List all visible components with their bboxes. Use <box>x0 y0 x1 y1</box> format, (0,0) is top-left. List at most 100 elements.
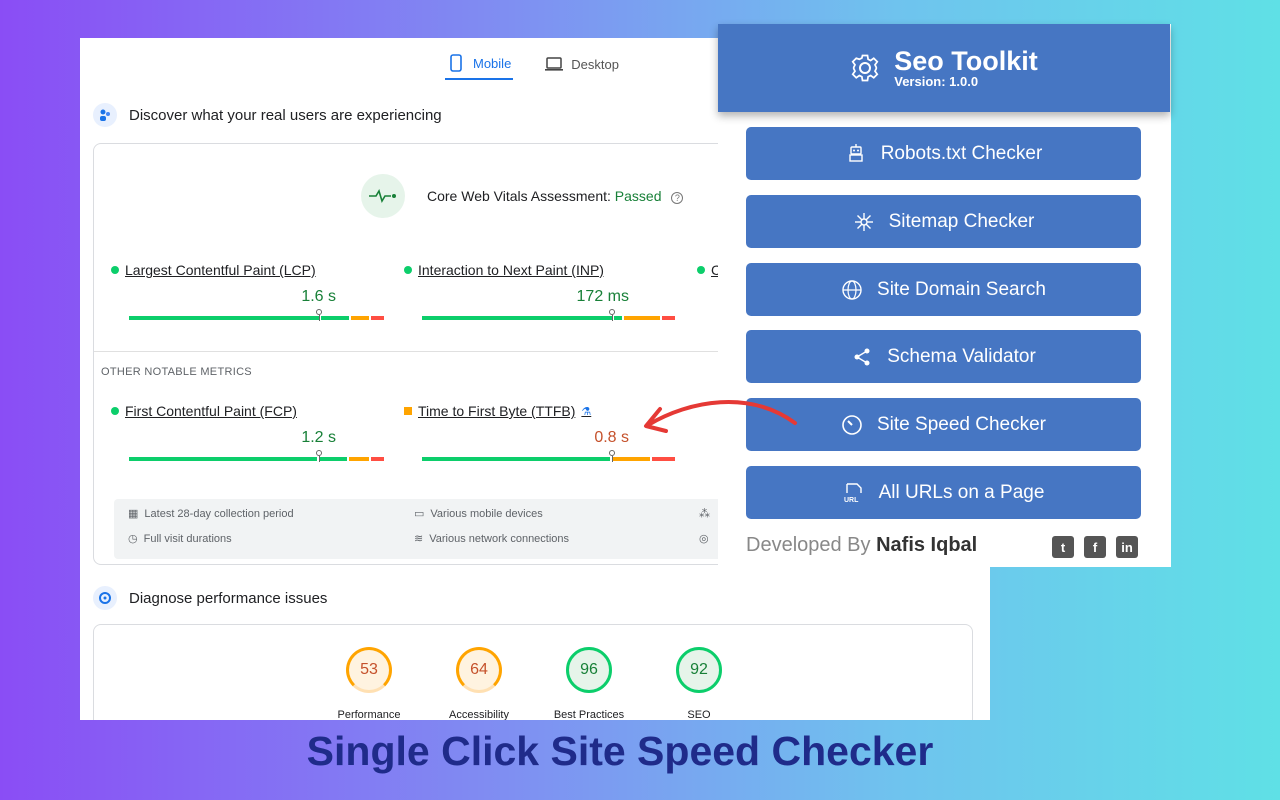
metric-inp-name[interactable]: Interaction to Next Paint (INP) <box>418 262 604 278</box>
all-urls-label: All URLs on a Page <box>878 481 1045 503</box>
chrome-icon: ◎ <box>699 533 709 545</box>
marker-icon <box>316 309 322 321</box>
score-label: SEO <box>687 709 711 720</box>
metric-fcp-value: 1.2 s <box>301 429 336 446</box>
score-gauge: 53 <box>346 647 392 693</box>
metric-fcp-name[interactable]: First Contentful Paint (FCP) <box>125 403 297 419</box>
pulse-icon <box>361 174 405 218</box>
flask-icon: ⚗ <box>581 405 592 418</box>
site-domain-search-label: Site Domain Search <box>877 278 1046 300</box>
all-urls-button[interactable]: URL All URLs on a Page <box>746 466 1141 519</box>
twitter-icon[interactable]: t <box>1052 536 1074 558</box>
divider <box>94 351 792 352</box>
robot-icon <box>849 143 863 162</box>
metric-fcp: First Contentful Paint (FCP) 1.2 s <box>111 403 384 462</box>
metric-lcp: Largest Contentful Paint (LCP) 1.6 s <box>111 262 384 321</box>
popup-version: Version: 1.0.0 <box>894 73 979 89</box>
score-label: Accessibility <box>449 709 509 720</box>
schema-validator-label: Schema Validator <box>887 345 1036 367</box>
marker-icon <box>609 450 615 462</box>
linkedin-icon[interactable]: in <box>1116 536 1138 558</box>
promo-tagline: Single Click Site Speed Checker <box>306 728 934 774</box>
popup-title: Seo Toolkit <box>894 45 1038 76</box>
devices-icon: ▭ <box>414 508 425 520</box>
collection-info: ▦ Latest 28-day collection period ▭ Variou… <box>114 499 794 559</box>
metric-inp-bar <box>422 309 677 321</box>
marker-icon <box>609 309 615 321</box>
diagnose-section-title: Diagnose performance issues <box>129 589 328 607</box>
developer-credit: Developed By Nafis Iqbal <box>746 534 977 557</box>
people-icon: ⁂ <box>699 508 710 520</box>
gear-icon <box>851 54 879 82</box>
score-gauge: 92 <box>676 647 722 693</box>
robots-checker-label: Robots.txt Checker <box>880 142 1043 164</box>
metric-inp-value: 172 ms <box>576 288 629 305</box>
metric-lcp-name[interactable]: Largest Contentful Paint (LCP) <box>125 262 316 278</box>
metric-lcp-bar <box>129 309 384 321</box>
field-data-card: Core Web Vitals Assessment: Passed ? Lar… <box>93 143 794 565</box>
cwv-assessment: Core Web Vitals Assessment: Passed ? <box>361 174 684 218</box>
calendar-icon: ▦ <box>128 508 139 520</box>
help-icon[interactable]: ? <box>671 192 684 204</box>
device-tabs: Mobile Desktop <box>445 48 621 80</box>
tab-mobile-label: Mobile <box>473 55 512 71</box>
robots-checker-button[interactable]: Robots.txt Checker <box>746 127 1141 180</box>
timer-icon: ◷ <box>128 533 138 545</box>
info-durations-text: Full visit durations <box>143 532 232 545</box>
score-gauge: 96 <box>566 647 612 693</box>
tab-mobile[interactable]: Mobile <box>445 48 514 80</box>
site-speed-checker-button[interactable]: Site Speed Checker <box>746 398 1141 451</box>
speedometer-icon <box>842 414 862 435</box>
popup-header: Seo Toolkit Version: 1.0.0 <box>718 24 1170 112</box>
developer-name: Nafis Iqbal <box>876 534 978 556</box>
other-metrics-label: OTHER NOTABLE METRICS <box>101 366 252 378</box>
warn-square-icon <box>404 407 412 415</box>
score-performance[interactable]: 53 Performance <box>314 647 424 720</box>
score-seo[interactable]: 92 SEO <box>644 647 754 720</box>
score-accessibility[interactable]: 64 Accessibility <box>424 647 534 720</box>
score-label: Performance <box>337 709 401 720</box>
metric-fcp-bar <box>129 450 384 462</box>
info-period: ▦ Latest 28-day collection period <box>128 507 294 521</box>
marker-icon <box>316 450 322 462</box>
info-network-text: Various network connections <box>429 532 570 545</box>
facebook-icon[interactable]: f <box>1084 536 1106 558</box>
gauge-icon <box>93 586 117 610</box>
users-icon <box>93 103 117 127</box>
good-dot-icon <box>111 407 119 415</box>
score-label: Best Practices <box>553 709 625 720</box>
cwv-label: Core Web Vitals Assessment: <box>427 188 611 204</box>
sitemap-checker-label: Sitemap Checker <box>888 210 1035 232</box>
metric-ttfb-bar <box>422 450 677 462</box>
seo-toolkit-popup: Seo Toolkit Version: 1.0.0 Robots.txt Ch… <box>718 24 1171 567</box>
globe-icon <box>842 279 862 300</box>
schema-validator-button[interactable]: Schema Validator <box>746 330 1141 383</box>
diagnose-section-heading: Diagnose performance issues <box>93 586 327 610</box>
info-period-text: Latest 28-day collection period <box>144 507 294 520</box>
info-durations: ◷ Full visit durations <box>128 532 232 546</box>
score-gauge: 64 <box>456 647 502 693</box>
users-section-title: Discover what your real users are experi… <box>129 106 442 124</box>
sitemap-checker-button[interactable]: Sitemap Checker <box>746 195 1141 248</box>
sitemap-icon <box>854 212 873 231</box>
users-section-heading: Discover what your real users are experi… <box>93 103 442 127</box>
score-best-practices[interactable]: 96 Best Practices <box>534 647 644 720</box>
laptop-icon <box>545 57 564 71</box>
info-network: ≋ Various network connections <box>414 532 570 546</box>
site-speed-checker-label: Site Speed Checker <box>877 413 1046 435</box>
good-dot-icon <box>111 266 119 274</box>
url-icon: URL <box>844 482 862 504</box>
good-dot-icon <box>697 266 705 274</box>
svg-text:URL: URL <box>844 497 859 504</box>
metric-ttfb-name[interactable]: Time to First Byte (TTFB) <box>418 403 575 419</box>
social-links: t f in <box>1052 536 1138 558</box>
good-dot-icon <box>404 266 412 274</box>
site-domain-search-button[interactable]: Site Domain Search <box>746 263 1141 316</box>
tab-desktop[interactable]: Desktop <box>543 48 621 80</box>
share-icon <box>854 348 870 365</box>
info-extra-2: ◎ <box>699 532 709 545</box>
annotation-arrow <box>644 400 797 433</box>
phone-icon <box>450 54 462 72</box>
wifi-icon: ≋ <box>414 533 424 545</box>
cwv-status: Passed <box>614 188 662 204</box>
